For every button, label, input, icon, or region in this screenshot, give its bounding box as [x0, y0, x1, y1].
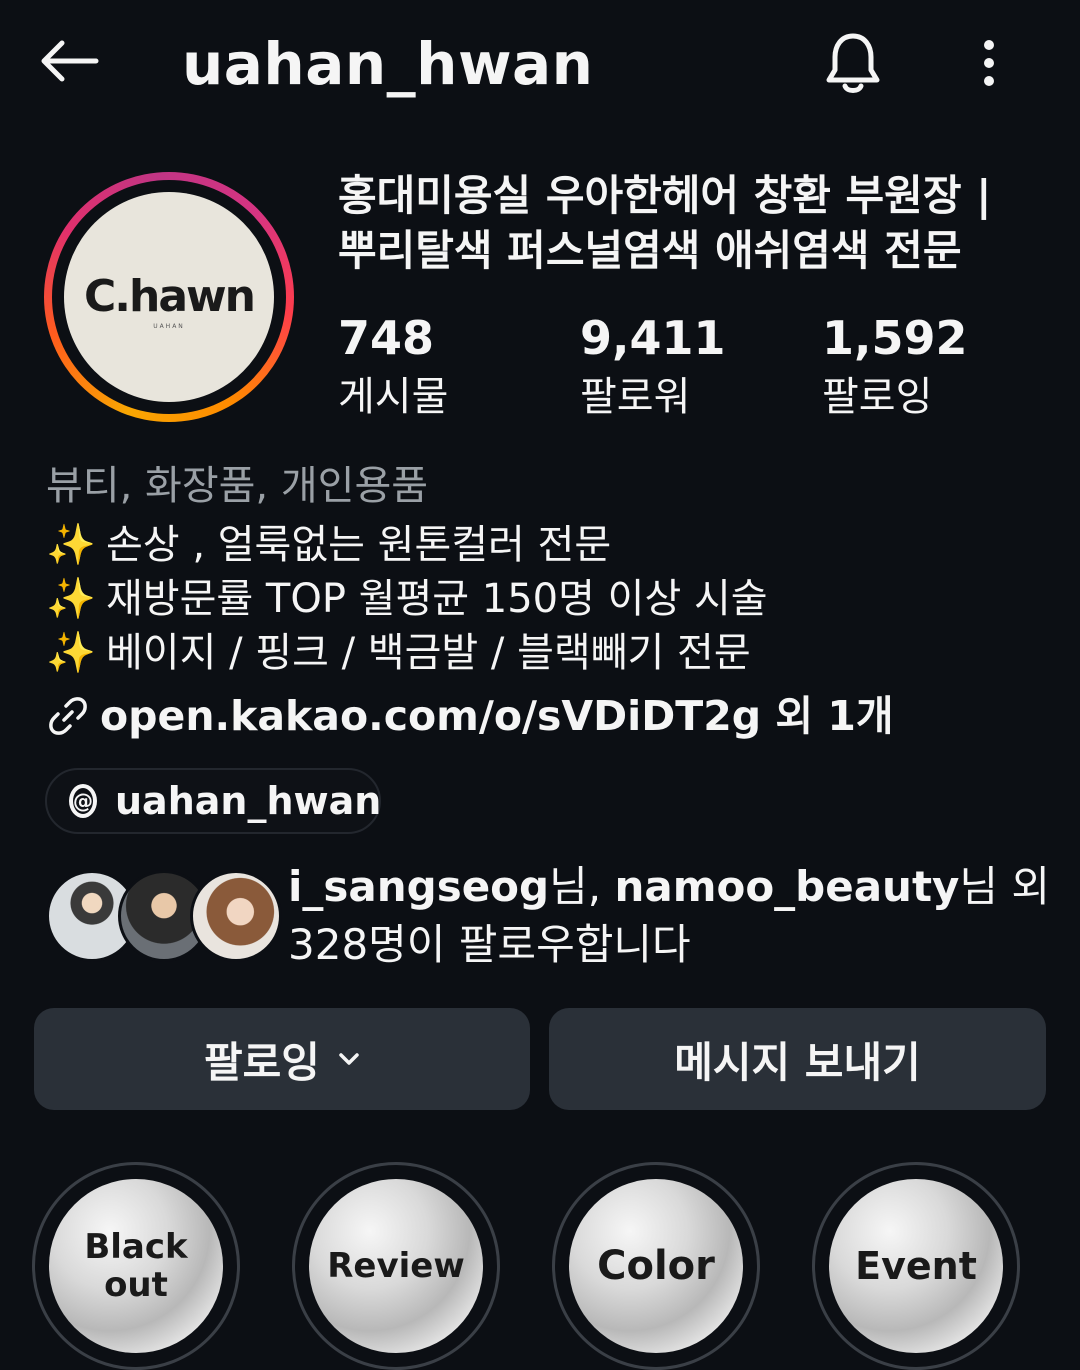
message-button[interactable]: 메시지 보내기 [549, 1008, 1046, 1110]
profile-category: 뷰티, 화장품, 개인용품 [46, 463, 429, 509]
notification-button[interactable] [818, 26, 888, 100]
bio-text: 손상 , 얼룩없는 원톤컬러 전문 [106, 522, 612, 568]
logo-text: C.hawn [84, 270, 256, 322]
brand-logo: C.hawn UAHAN [64, 192, 274, 402]
back-arrow-icon [41, 40, 99, 82]
bio-link[interactable]: open.kakao.com/o/sVDiDT2g 외 1개 [46, 686, 894, 746]
highlight-cover: Review [309, 1179, 483, 1353]
highlight-cover: Black out [49, 1179, 223, 1353]
message-button-label: 메시지 보내기 [674, 1037, 921, 1087]
highlight-label: Event [855, 1244, 977, 1288]
highlight-cover: Event [829, 1179, 1003, 1353]
highlight-label: Color [597, 1243, 715, 1289]
bio-text: 재방문률 TOP 월평균 150명 이상 시술 [106, 576, 768, 622]
mutual-username: i_sangseog [288, 862, 550, 911]
posts-label: 게시물 [338, 374, 449, 420]
logo-subtext: UAHAN [153, 322, 185, 330]
bio-line: ✨ 손상 , 얼룩없는 원톤컬러 전문 [46, 518, 611, 572]
link-icon [49, 697, 87, 735]
threads-username: uahan_hwan [115, 779, 382, 823]
mutual-follower-avatar[interactable] [190, 870, 282, 962]
highlight-cover: Color [569, 1179, 743, 1353]
threads-profile-chip[interactable]: @ uahan_hwan [45, 768, 381, 834]
highlight-label: Review [327, 1246, 465, 1286]
mutual-followers-text[interactable]: i_sangseog님, namoo_beauty님 외 328명이 팔로우합니… [288, 858, 1058, 974]
highlight-color[interactable]: Color [552, 1162, 760, 1370]
following-button-label: 팔로잉 [204, 1037, 320, 1087]
bio-text: 베이지 / 핑크 / 백금발 / 블랙빼기 전문 [106, 630, 751, 676]
followers-count: 9,411 [580, 311, 726, 365]
profile-avatar[interactable]: C.hawn UAHAN [44, 172, 294, 422]
stat-followers[interactable]: 9,411 팔로워 [580, 308, 780, 424]
highlight-label: Black [84, 1227, 188, 1267]
mutual-count-text: 328명이 팔로우합니다 [288, 920, 691, 969]
sparkles-icon: ✨ [46, 630, 96, 676]
bell-icon [826, 33, 880, 93]
following-button[interactable]: 팔로잉 [34, 1008, 530, 1110]
threads-icon: @ [69, 784, 97, 818]
followers-label: 팔로워 [580, 374, 691, 420]
profile-name-line2: 뿌리탈색 퍼스널염색 애쉬염색 전문 [338, 226, 962, 275]
profile-name-line1: 홍대미용실 우아한헤어 창환 부원장 | [338, 171, 992, 220]
profile-display-name: 홍대미용실 우아한헤어 창환 부원장 | 뿌리탈색 퍼스널염색 애쉬염색 전문 [338, 168, 1058, 278]
stat-posts[interactable]: 748 게시물 [338, 308, 538, 424]
highlight-review[interactable]: Review [292, 1162, 500, 1370]
highlight-black-out[interactable]: Black out [32, 1162, 240, 1370]
mutual-username: namoo_beauty [614, 862, 960, 911]
following-count: 1,592 [822, 311, 968, 365]
bio-line: ✨ 베이지 / 핑크 / 백금발 / 블랙빼기 전문 [46, 626, 751, 680]
posts-count: 748 [338, 311, 435, 365]
chevron-down-icon [339, 1053, 359, 1065]
sparkles-icon: ✨ [46, 576, 96, 622]
highlight-label: out [104, 1265, 168, 1305]
more-options-button[interactable] [964, 30, 1014, 96]
stat-following[interactable]: 1,592 팔로잉 [822, 308, 1022, 424]
highlight-event[interactable]: Event [812, 1162, 1020, 1370]
following-label: 팔로잉 [822, 374, 933, 420]
mutual-suffix: 님 외 [959, 862, 1051, 911]
bio-link-text: open.kakao.com/o/sVDiDT2g 외 1개 [100, 692, 894, 740]
profile-username-title: uahan_hwan [182, 30, 594, 98]
sparkles-icon: ✨ [46, 522, 96, 568]
back-button[interactable] [30, 28, 106, 94]
mutual-suffix: 님, [549, 862, 615, 911]
more-vertical-icon [984, 40, 994, 86]
bio-line: ✨ 재방문률 TOP 월평균 150명 이상 시술 [46, 572, 768, 626]
